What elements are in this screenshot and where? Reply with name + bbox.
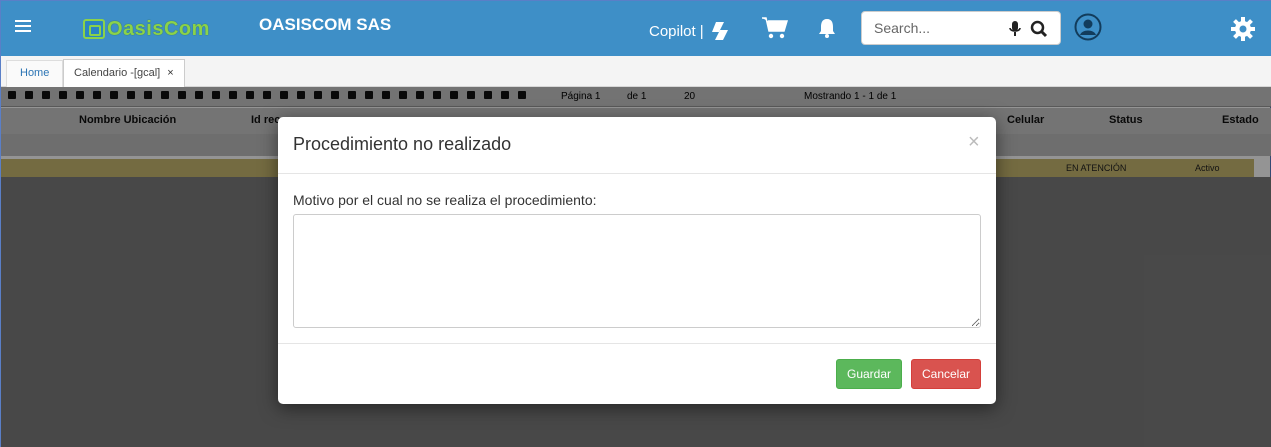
modal-divider [278, 343, 996, 344]
tab-bar: Home Calendario -[gcal] × [1, 56, 1271, 87]
modal-title: Procedimiento no realizado [293, 134, 512, 154]
menu-icon[interactable] [15, 20, 31, 34]
save-button[interactable]: Guardar [836, 359, 902, 389]
logo-mark-icon [83, 19, 105, 39]
copilot-divider: | [699, 22, 704, 40]
company-name: OASISCOM SAS [259, 15, 392, 34]
mic-icon[interactable] [1008, 20, 1022, 38]
top-header: OasisCom OASISCOM SAS Copilot | [1, 1, 1271, 56]
user-avatar-icon[interactable] [1074, 13, 1102, 41]
tab-close-icon[interactable]: × [167, 67, 173, 79]
tab-home[interactable]: Home [6, 60, 64, 87]
cancel-button[interactable]: Cancelar [911, 359, 981, 389]
cart-icon[interactable] [761, 16, 789, 40]
reason-label: Motivo por el cual no se realiza el proc… [293, 192, 597, 208]
logo[interactable]: OasisCom [83, 18, 210, 40]
settings-gear-icon[interactable] [1230, 16, 1256, 42]
search-input[interactable] [874, 20, 1004, 36]
copilot-icon [711, 22, 728, 40]
reason-textarea[interactable] [293, 214, 981, 328]
tab-calendario-label: Calendario -[gcal] [74, 67, 161, 79]
search-box [861, 11, 1061, 45]
modal-close-icon[interactable]: × [968, 131, 980, 154]
copilot-label: Copilot [649, 22, 696, 40]
tab-calendario[interactable]: Calendario -[gcal] × [63, 59, 185, 87]
modal-divider [278, 173, 996, 174]
copilot-button[interactable]: Copilot | [649, 20, 734, 42]
bell-icon[interactable] [817, 17, 837, 39]
logo-text: OasisCom [107, 17, 210, 40]
search-icon[interactable] [1030, 20, 1048, 38]
modal-dialog: Procedimiento no realizado × Motivo por … [278, 117, 996, 404]
